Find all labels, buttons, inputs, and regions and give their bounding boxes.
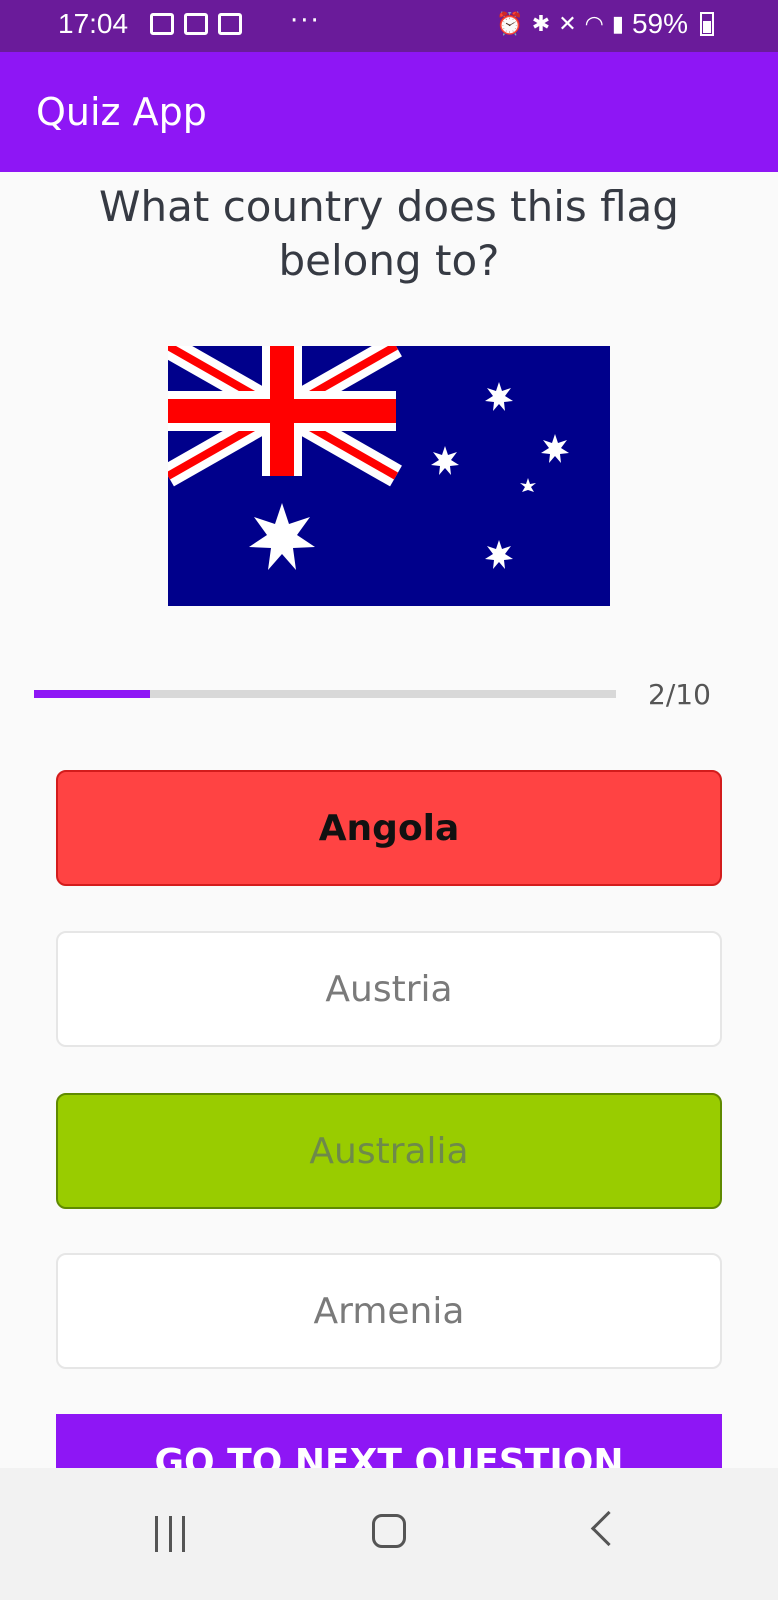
navigation-bar bbox=[0, 1468, 778, 1600]
option-angola[interactable]: Angola bbox=[56, 770, 722, 886]
mute-icon: ✕ bbox=[558, 11, 577, 36]
alarm-icon: ⏰ bbox=[496, 11, 524, 36]
more-notifications-icon: ··· bbox=[290, 6, 321, 36]
back-icon[interactable] bbox=[590, 1510, 627, 1547]
option-australia[interactable]: Australia bbox=[56, 1093, 722, 1209]
home-icon[interactable] bbox=[372, 1514, 406, 1548]
option-armenia[interactable]: Armenia bbox=[56, 1253, 722, 1369]
notification-icons bbox=[150, 13, 242, 35]
app-bar: Quiz App bbox=[0, 52, 778, 172]
question-text: What country does this flag belong to? bbox=[99, 182, 679, 285]
gallery-icon bbox=[150, 13, 174, 35]
progress-label: 2/10 bbox=[648, 678, 711, 711]
recent-apps-icon[interactable] bbox=[155, 1516, 185, 1552]
union-jack bbox=[168, 346, 402, 487]
battery-level: 59% bbox=[631, 8, 688, 39]
app-title: Quiz App bbox=[36, 90, 207, 134]
wifi-icon: ◠ bbox=[584, 11, 604, 36]
status-time: 17:04 bbox=[58, 8, 129, 39]
flag-image bbox=[168, 346, 610, 606]
notification-icon bbox=[218, 13, 242, 35]
bluetooth-icon: ✱ bbox=[531, 11, 551, 36]
battery-icon bbox=[700, 12, 714, 36]
status-bar: 17:04 ··· ⏰ ✱ ✕ ◠ ▮ 59% bbox=[0, 0, 778, 52]
signal-icon: ▮ bbox=[611, 11, 624, 36]
option-austria[interactable]: Austria bbox=[56, 931, 722, 1047]
progress-bar bbox=[34, 690, 616, 698]
progress-fill bbox=[34, 690, 151, 698]
gmail-icon bbox=[184, 13, 208, 35]
system-icons: ⏰ ✱ ✕ ◠ ▮ 59% bbox=[496, 8, 714, 40]
